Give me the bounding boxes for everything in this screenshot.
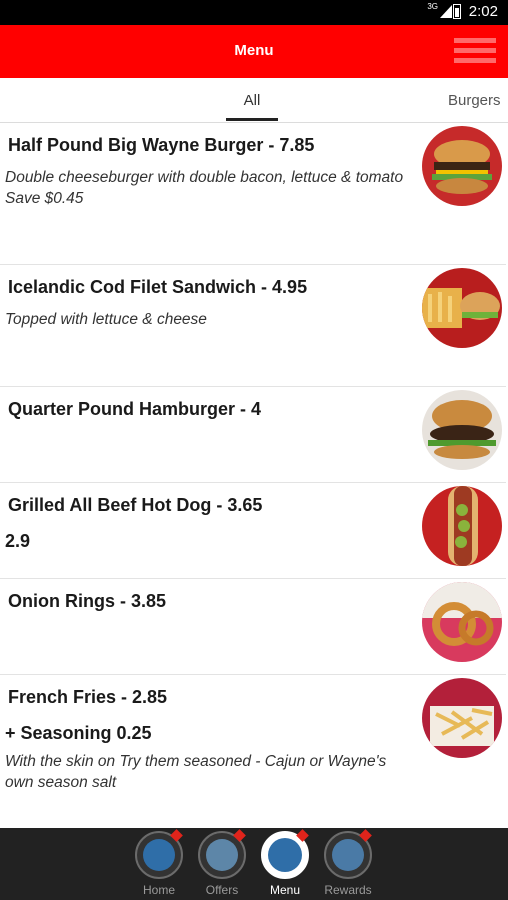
item-description: Double cheeseburger with double bacon, l…	[5, 169, 404, 207]
page-title: Menu	[234, 42, 274, 59]
fish-sandwich-photo	[422, 268, 502, 348]
item-name: Quarter Pound Hamburger - 4	[8, 399, 262, 419]
list-item[interactable]: Icelandic Cod Filet Sandwich - 4.95 Topp…	[0, 265, 506, 387]
item-description: With the skin on Try them seasoned - Caj…	[5, 753, 387, 791]
thumbs-up-icon	[198, 829, 246, 879]
item-extra-price: 2.9	[5, 531, 31, 551]
item-name: French Fries - 2.85	[8, 687, 168, 707]
status-bar: 3G 2:02	[0, 0, 508, 25]
list-item[interactable]: Quarter Pound Hamburger - 4	[0, 387, 506, 483]
hot-dog-photo	[422, 486, 502, 566]
item-name: Half Pound Big Wayne Burger - 7.85	[8, 135, 315, 155]
item-name: Onion Rings - 3.85	[8, 591, 167, 611]
list-item[interactable]: French Fries - 2.85 + Seasoning 0.25 Wit…	[0, 675, 506, 829]
nav-rewards-label: Rewards	[324, 883, 372, 897]
fries-photo	[422, 678, 502, 758]
signal-icon	[440, 5, 452, 18]
nav-home[interactable]: Home	[129, 828, 189, 897]
list-item[interactable]: Grilled All Beef Hot Dog - 3.65 2.9	[0, 483, 506, 579]
globe-icon	[135, 829, 183, 879]
nav-offers[interactable]: Offers	[192, 828, 252, 897]
handshake-icon	[324, 829, 372, 879]
burger-icon	[261, 829, 309, 879]
category-tabs: All Burgers	[0, 78, 508, 123]
tab-burgers[interactable]: Burgers	[448, 92, 501, 109]
nav-menu[interactable]: Menu	[255, 828, 315, 897]
battery-icon	[453, 4, 461, 19]
bottom-navigation: Home Offers Menu Rewards	[0, 828, 508, 900]
list-item[interactable]: Onion Rings - 3.85	[0, 579, 506, 675]
nav-menu-label: Menu	[269, 883, 301, 897]
clock: 2:02	[468, 3, 498, 20]
hamburger-icon[interactable]	[454, 38, 496, 64]
item-extra-price: + Seasoning 0.25	[5, 723, 152, 743]
item-name: Grilled All Beef Hot Dog - 3.65	[8, 495, 263, 515]
tab-all[interactable]: All	[226, 92, 278, 109]
network-type: 3G	[427, 2, 438, 11]
nav-offers-label: Offers	[205, 883, 239, 897]
nav-home-label: Home	[142, 883, 175, 897]
list-item[interactable]: Half Pound Big Wayne Burger - 7.85 Doubl…	[0, 123, 506, 265]
app-bar: Menu	[0, 25, 508, 78]
menu-list: Half Pound Big Wayne Burger - 7.85 Doubl…	[0, 123, 508, 829]
item-name: Icelandic Cod Filet Sandwich - 4.95	[8, 277, 308, 297]
item-description: Topped with lettuce & cheese	[5, 311, 207, 328]
onion-rings-photo	[422, 582, 502, 662]
burger-photo	[422, 126, 502, 206]
hamburger-photo	[422, 390, 502, 470]
tab-indicator	[226, 118, 278, 121]
nav-rewards[interactable]: Rewards	[318, 828, 378, 897]
